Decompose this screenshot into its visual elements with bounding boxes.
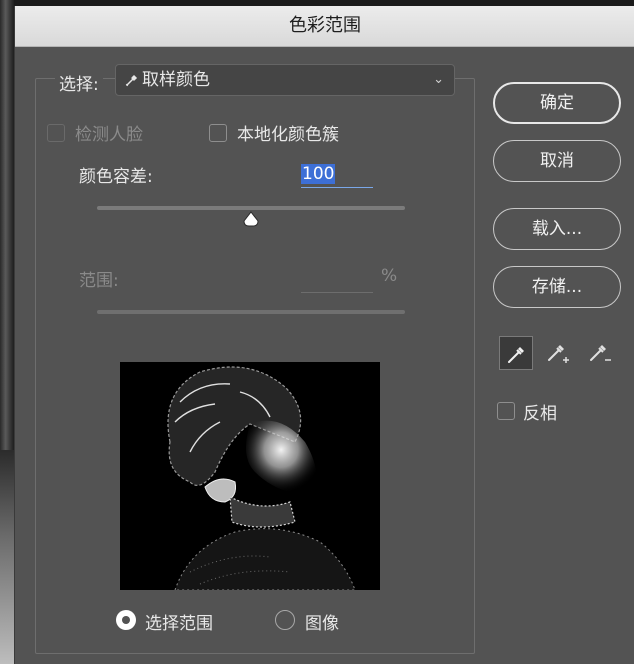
detect-faces-label: 检测人脸 — [75, 125, 143, 145]
fuzziness-slider-thumb[interactable] — [241, 210, 261, 228]
range-input[interactable] — [301, 292, 373, 293]
ok-button[interactable]: 确定 — [493, 82, 621, 124]
cancel-button[interactable]: 取消 — [493, 140, 621, 182]
localized-clusters-checkbox[interactable] — [209, 124, 227, 142]
selection-radio[interactable] — [116, 610, 136, 630]
select-value: 取样颜色 — [142, 70, 210, 90]
eyedropper-icon — [125, 74, 138, 87]
dialog-title: 色彩范围 — [15, 6, 634, 47]
invert-label: 反相 — [523, 404, 557, 424]
selection-radio-label: 选择范围 — [145, 614, 213, 634]
eyedropper-tool[interactable] — [499, 336, 533, 370]
eyedropper-icon — [508, 347, 524, 363]
color-range-dialog: 色彩范围 选择: 取样颜色 ⌄ 检测人脸 本地化颜色簇 颜色容差: 100 范围… — [14, 6, 634, 664]
fuzziness-label: 颜色容差: — [79, 167, 153, 187]
chevron-down-icon: ⌄ — [433, 72, 444, 87]
range-unit: % — [381, 266, 398, 286]
background-image-edge-lower — [0, 450, 14, 664]
save-button[interactable]: 存储... — [493, 266, 621, 308]
localized-clusters-label: 本地化颜色簇 — [237, 125, 339, 145]
eyedropper-plus-icon — [548, 345, 569, 363]
fuzziness-value: 100 — [301, 164, 336, 184]
selection-preview — [120, 362, 380, 590]
range-slider-track — [97, 310, 405, 314]
image-radio-label: 图像 — [305, 614, 339, 634]
invert-checkbox[interactable] — [497, 402, 515, 420]
eyedropper-subtract-tool[interactable] — [583, 336, 617, 370]
eyedropper-add-tool[interactable] — [541, 336, 575, 370]
eyedropper-minus-icon — [590, 345, 611, 361]
select-dropdown[interactable]: 取样颜色 ⌄ — [115, 64, 455, 96]
select-label: 选择: — [55, 70, 103, 95]
detect-faces-checkbox[interactable] — [47, 124, 65, 142]
image-radio[interactable] — [275, 610, 295, 630]
fuzziness-input[interactable]: 100 — [301, 161, 373, 188]
range-label: 范围: — [79, 271, 119, 291]
load-button[interactable]: 载入... — [493, 208, 621, 250]
